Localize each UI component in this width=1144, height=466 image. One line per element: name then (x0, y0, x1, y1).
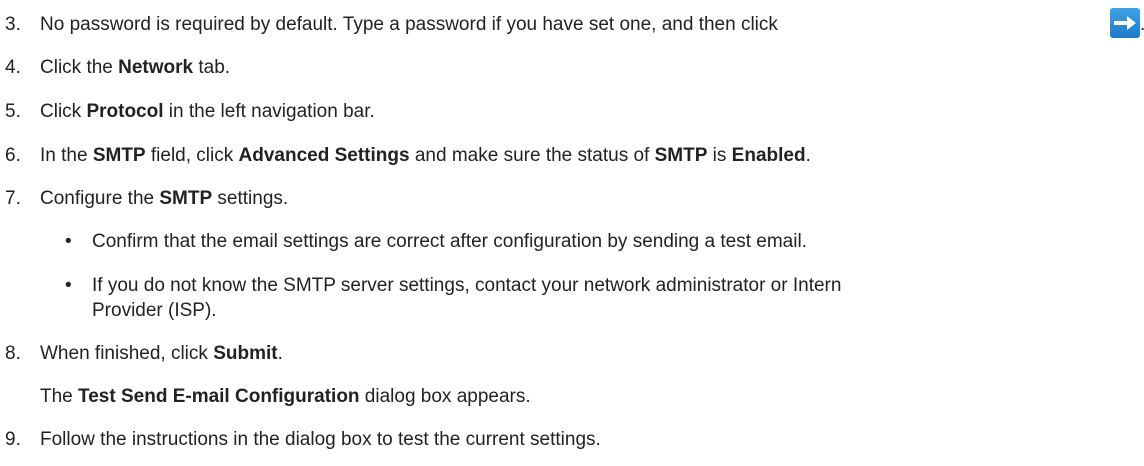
step-8-result-part: The (40, 386, 79, 407)
bullet-text: Confirm that the email settings are corr… (92, 231, 807, 252)
step-number: 7. (5, 188, 21, 209)
step-3-text: No password is required by default. Type… (40, 15, 778, 34)
protocol-label: Protocol (86, 101, 164, 122)
bullet-marker: • (65, 231, 72, 252)
step-8-text: When finished, click Submit. (40, 344, 283, 363)
step-number: 6. (5, 145, 21, 166)
smtp-label: SMTP (159, 188, 213, 209)
step-5-text: Click Protocol in the left navigation ba… (40, 102, 375, 121)
step-6-part: is (707, 145, 732, 166)
step-6-part: field, click (145, 145, 239, 166)
step-7-text: Configure the SMTP settings. (40, 189, 288, 208)
step-8-result: The Test Send E-mail Configuration dialo… (40, 387, 531, 406)
step-number: 5. (5, 101, 21, 122)
smtp-label: SMTP (654, 145, 708, 166)
smtp-label: SMTP (92, 145, 146, 166)
step-3-period: . (1140, 15, 1144, 34)
instruction-page: 3. No password is required by default. T… (0, 0, 1144, 466)
dialog-name-label: Test Send E-mail Configuration (78, 386, 360, 407)
enabled-label: Enabled (731, 145, 806, 166)
bullet-text-continuation: Provider (ISP). (92, 300, 217, 321)
advanced-settings-label: Advanced Settings (238, 145, 410, 166)
step-number: 8. (5, 343, 21, 364)
step-7-part: Configure the (40, 188, 160, 209)
step-6-part: and make sure the status of (409, 145, 655, 166)
step-5-part: Click (40, 101, 87, 122)
step-7-part: settings. (212, 188, 289, 209)
step-9-text: Follow the instructions in the dialog bo… (40, 429, 601, 450)
network-tab-label: Network (118, 57, 194, 78)
step-6-text: In the SMTP field, click Advanced Settin… (40, 146, 811, 165)
step-8-result-part: dialog box appears. (359, 386, 531, 407)
step-number: 9. (5, 429, 21, 450)
step-8-part: When finished, click (40, 343, 214, 364)
step-8-part: . (277, 343, 283, 364)
step-5-part: in the left navigation bar. (163, 101, 375, 122)
step-4-part: Click the (40, 57, 119, 78)
step-6-part: . (805, 145, 811, 166)
step-3-part: No password is required by default. Type… (40, 14, 778, 35)
step-6-part: In the (40, 145, 93, 166)
arrow-right-icon (1110, 8, 1140, 38)
submit-label: Submit (213, 343, 278, 364)
step-4-part: tab. (193, 57, 231, 78)
step-number: 3. (5, 14, 21, 35)
step-number: 4. (5, 57, 21, 78)
step-4-text: Click the Network tab. (40, 58, 230, 77)
bullet-text: If you do not know the SMTP server setti… (92, 275, 842, 296)
bullet-marker: • (65, 275, 72, 296)
